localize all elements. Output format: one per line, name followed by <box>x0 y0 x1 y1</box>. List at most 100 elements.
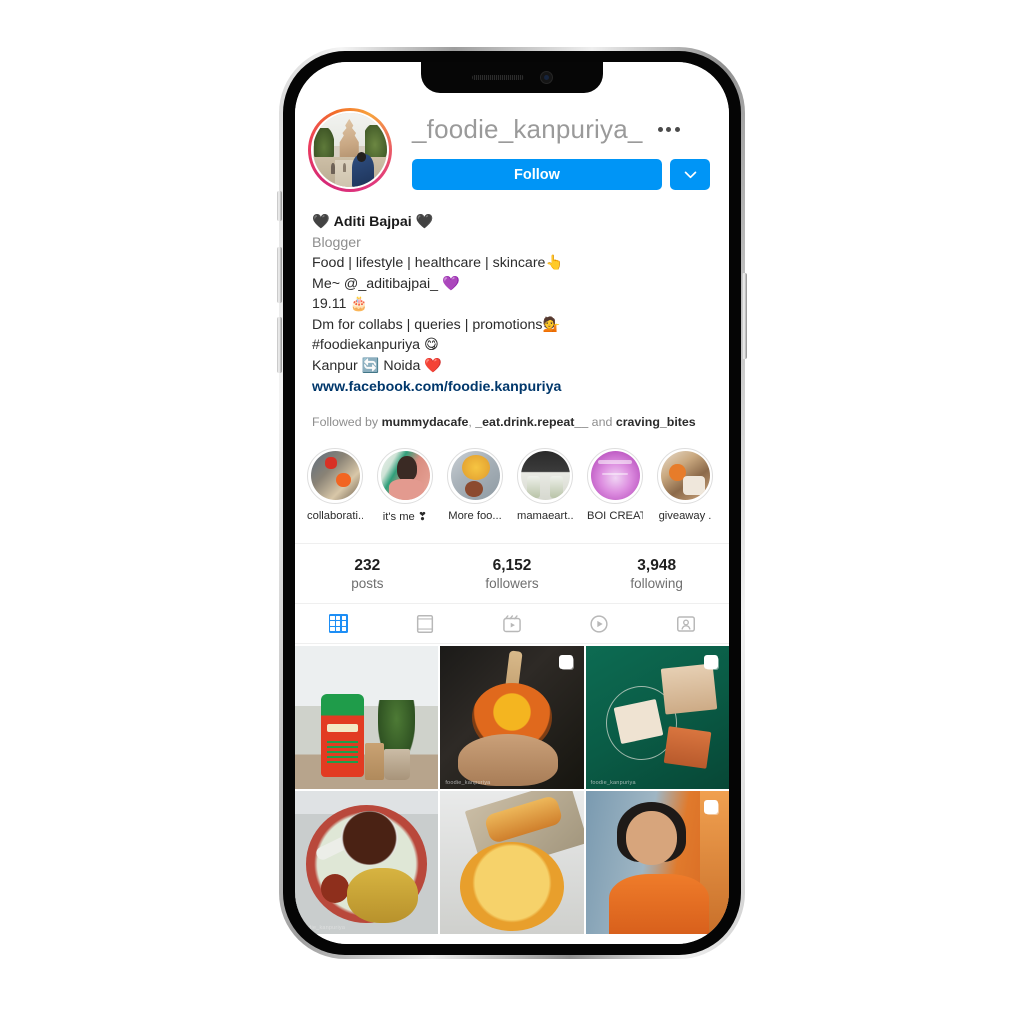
tab-igtv[interactable] <box>555 613 642 635</box>
highlight-label: it's me ❣ <box>382 510 428 523</box>
bio-line-date: 19.11 🎂 <box>312 294 714 315</box>
highlight-cover-collaborations <box>310 451 360 500</box>
post-hand <box>457 734 558 786</box>
bio-hashtag-text[interactable]: #foodiekanpuriya <box>312 337 420 353</box>
profile-stats-row: 232 posts 6,152 followers 3,948 followin… <box>295 542 729 604</box>
avatar[interactable] <box>311 111 389 189</box>
highlight-ring <box>587 447 643 504</box>
post-thumbnail[interactable]: foodie_kanpuriya <box>585 645 729 789</box>
instagram-profile-screen: _foodie_kanpuriya_ Follow 🖤 Aditi Bajpai… <box>295 62 729 944</box>
post-thumbnail[interactable] <box>585 790 729 935</box>
stat-posts[interactable]: 232 posts <box>295 557 440 591</box>
profile-tab-bar <box>295 604 729 644</box>
followed-by-prefix: Followed by <box>312 414 379 429</box>
followed-by-user-1[interactable]: mummydacafe <box>382 415 469 429</box>
followed-by-separator: , <box>468 414 472 429</box>
bio-line-me: Me~ @_aditibajpai_ 💜 <box>312 274 714 295</box>
followed-by-user-3[interactable]: craving_bites <box>616 415 696 429</box>
multi-post-icon <box>703 654 719 670</box>
yum-face-emoji: 😋 <box>424 337 439 353</box>
post-box-1 <box>660 662 717 714</box>
follow-button[interactable]: Follow <box>412 159 662 190</box>
post-thumbnail[interactable]: foodie_kanpuriya <box>295 790 439 935</box>
speaker-grille-icon <box>471 75 524 80</box>
post-pizza <box>460 842 564 932</box>
story-highlight-item[interactable]: it's me ❣ <box>377 447 433 523</box>
avatar-figure-2 <box>342 163 347 173</box>
follow-dropdown-button[interactable] <box>670 159 710 190</box>
post-box-2 <box>663 725 712 769</box>
mute-switch-button[interactable] <box>277 191 282 221</box>
highlight-cover-giveaway <box>660 451 710 500</box>
single-post-icon <box>417 614 434 633</box>
post-grid: foodie_kanpuriya foodie_kanpuriya foodie… <box>295 644 729 935</box>
post-face-highlight <box>628 822 675 863</box>
following-count: 3,948 <box>637 556 677 574</box>
highlight-label: mamaeart... <box>517 509 573 522</box>
posts-label: posts <box>351 575 384 591</box>
power-button[interactable] <box>742 273 747 359</box>
post-thumbnail[interactable]: foodie_kanpuriya <box>440 645 584 789</box>
bio-line-city: Kanpur 🔄 Noida ❤️ <box>312 356 714 377</box>
tab-feed[interactable] <box>382 613 469 635</box>
multi-post-icon <box>703 799 719 815</box>
volume-up-button[interactable] <box>277 247 282 303</box>
front-camera-icon <box>539 71 553 84</box>
followed-by-row: Followed by mummydacafe, _eat.drink.repe… <box>295 398 729 430</box>
highlight-cover-boi-creators <box>590 451 640 500</box>
tab-reels[interactable] <box>469 613 556 635</box>
bio-category: Blogger <box>312 234 361 251</box>
story-highlight-item[interactable]: collaborati... <box>307 447 363 523</box>
more-options-dots-icon[interactable] <box>656 121 682 138</box>
tab-tagged[interactable] <box>642 613 729 635</box>
arrows-counterclockwise-emoji: 🔄 <box>361 357 380 374</box>
highlight-label: More foo... <box>448 509 502 522</box>
highlight-cover-more-food <box>450 451 500 500</box>
multi-post-icon <box>558 654 574 670</box>
purple-heart-emoji: 💜 <box>441 275 460 292</box>
phone-screen: _foodie_kanpuriya_ Follow 🖤 Aditi Bajpai… <box>295 62 729 944</box>
birthday-cake-emoji: 🎂 <box>350 296 369 312</box>
story-highlight-item[interactable]: More foo... <box>447 447 503 523</box>
profile-header-right: _foodie_kanpuriya_ Follow <box>392 108 714 190</box>
story-highlights-row[interactable]: collaborati... it's me ❣ More foo... mam… <box>295 430 729 523</box>
heart-emoji-left: 🖤 <box>312 214 330 230</box>
avatar-figure-1 <box>330 163 336 174</box>
post-dip <box>320 873 350 903</box>
post-image-bottle-drink <box>295 645 439 789</box>
phone-body: _foodie_kanpuriya_ Follow 🖤 Aditi Bajpai… <box>277 51 747 955</box>
post-image-thali-plate <box>295 790 439 935</box>
followers-label: followers <box>485 575 539 591</box>
tab-grid[interactable] <box>295 613 382 635</box>
avatar-person-head <box>356 152 367 162</box>
stat-following[interactable]: 3,948 following <box>584 557 729 591</box>
profile-bio: 🖤 Aditi Bajpai 🖤 Blogger Food | lifestyl… <box>295 192 729 398</box>
followed-by-user-2[interactable]: _eat.drink.repeat__ <box>475 415 588 429</box>
post-rice <box>346 868 419 923</box>
video-play-icon <box>590 614 608 633</box>
post-watermark: foodie_kanpuriya <box>300 925 346 932</box>
person-tipping-hand-emoji: 💁 <box>542 316 561 333</box>
story-highlight-item[interactable]: mamaeart... <box>517 447 573 523</box>
grid-icon <box>328 614 348 633</box>
avatar-story-ring[interactable] <box>308 108 392 192</box>
username-row: _foodie_kanpuriya_ <box>412 108 714 145</box>
chevron-down-icon <box>684 171 696 179</box>
stat-followers[interactable]: 6,152 followers <box>440 557 585 591</box>
post-thumbnail[interactable] <box>295 645 439 789</box>
story-highlight-item[interactable]: giveaway . <box>657 447 713 523</box>
bio-dm-text: Dm for collabs | queries | promotions <box>312 316 543 333</box>
post-thumbnail[interactable] <box>440 790 584 935</box>
post-pot <box>383 748 410 781</box>
volume-down-button[interactable] <box>277 317 282 373</box>
posts-count: 232 <box>354 556 381 574</box>
highlight-label: giveaway . <box>658 509 712 522</box>
story-highlight-item[interactable]: BOI CREAT... <box>587 447 643 523</box>
bio-line-hashtag: #foodiekanpuriya 😋 <box>312 335 714 356</box>
bio-website-link[interactable]: www.facebook.com/foodie.kanpuriya <box>312 377 714 398</box>
red-heart-emoji: ❤️ <box>424 357 443 374</box>
following-label: following <box>630 575 683 591</box>
post-bottle <box>320 694 364 778</box>
post-watermark: foodie_kanpuriya <box>445 779 491 786</box>
tagged-user-icon <box>676 615 695 632</box>
